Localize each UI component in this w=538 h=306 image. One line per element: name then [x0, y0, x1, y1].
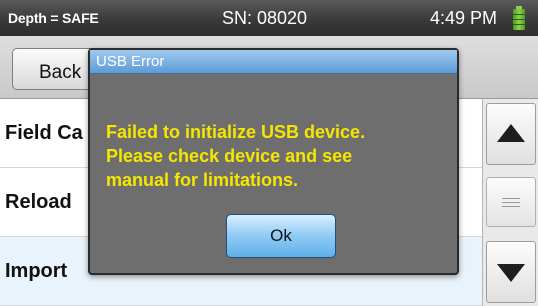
message-line: Please check device and see: [106, 146, 353, 166]
chevron-up-icon: [497, 124, 525, 142]
scroll-up-button[interactable]: [486, 103, 536, 165]
usb-error-dialog: USB Error Failed to initialize USB devic…: [88, 48, 459, 275]
chevron-down-icon: [497, 264, 525, 282]
status-bar: Depth = SAFE SN: 08020 4:49 PM: [0, 0, 538, 36]
ok-button[interactable]: Ok: [226, 214, 336, 258]
scroll-down-button[interactable]: [486, 241, 536, 303]
scrollbar: [482, 99, 538, 306]
message-line: manual for limitations.: [106, 170, 299, 190]
depth-status: Depth = SAFE: [8, 10, 99, 26]
message-line: Failed to initialize USB device.: [106, 122, 366, 142]
serial-number: SN: 08020: [222, 8, 308, 28]
dialog-message: Failed to initialize USB device. Please …: [106, 120, 451, 192]
battery-icon: [513, 6, 525, 30]
clock-time: 4:49 PM: [430, 8, 498, 28]
scroll-thumb[interactable]: [486, 177, 536, 227]
dialog-title: USB Error: [90, 50, 457, 74]
